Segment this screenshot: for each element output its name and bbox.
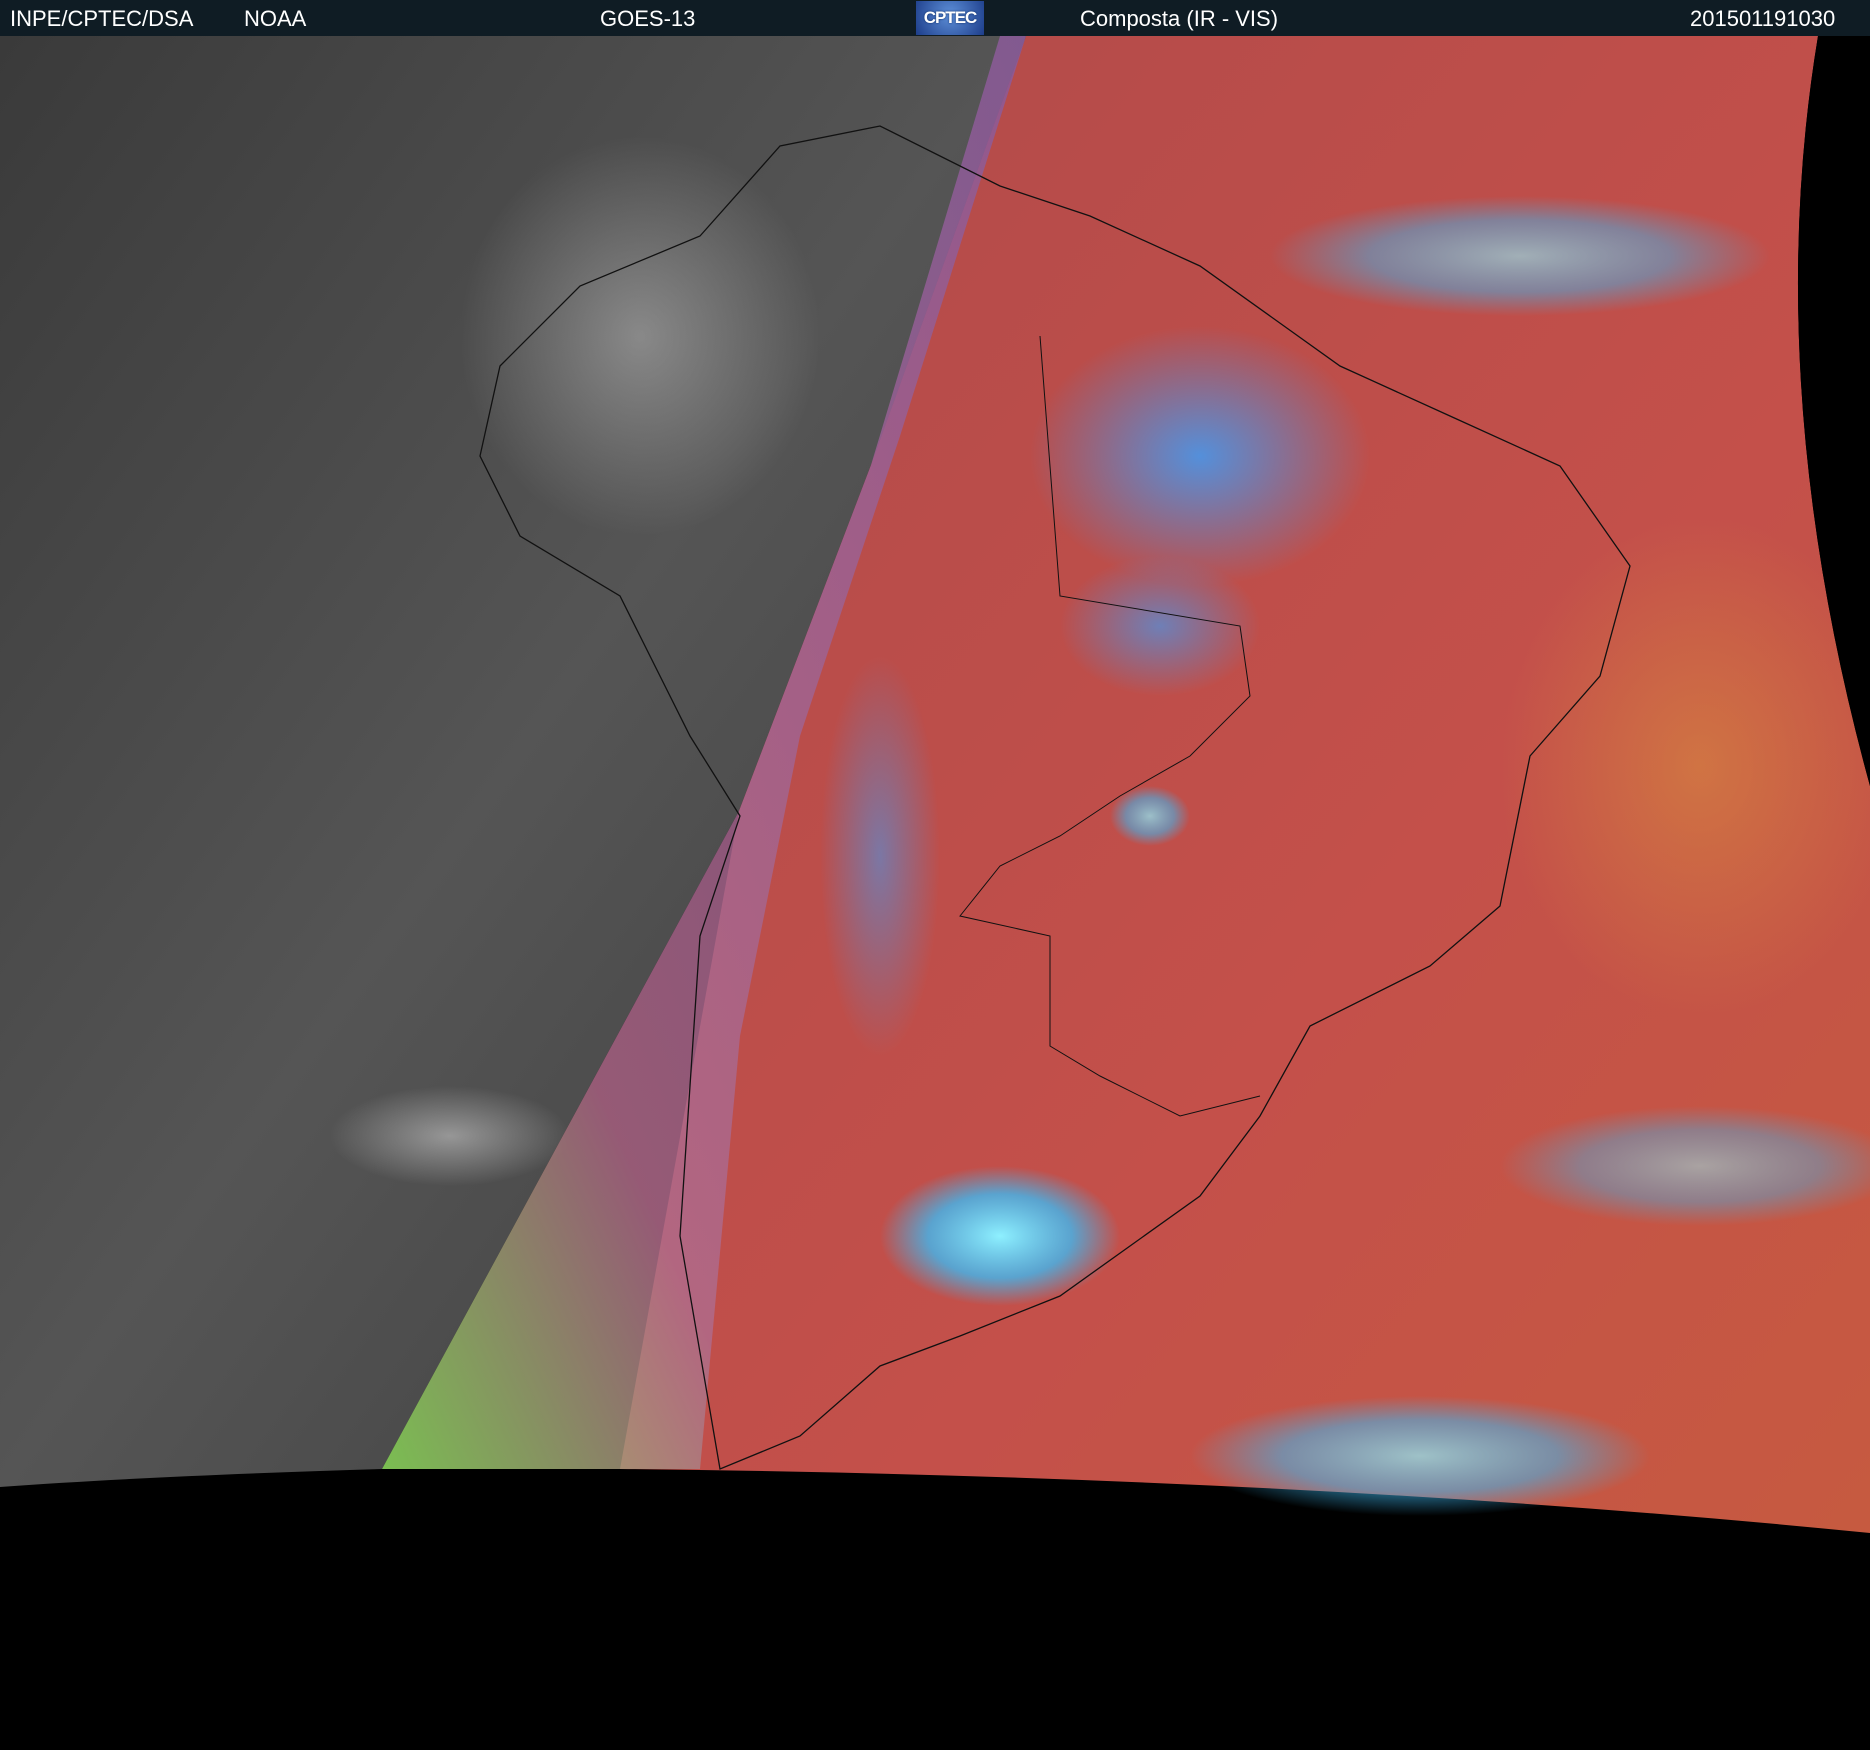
agency-label: INPE/CPTEC/DSA [10,6,194,31]
partner-label: NOAA [244,6,307,31]
timestamp-label: 201501191030 [1690,6,1836,31]
satellite-image [0,36,1870,1533]
header-bar: INPE/CPTEC/DSA NOAA GOES-13 CPTEC Compos… [0,0,1870,36]
cptec-logo: CPTEC [916,1,984,35]
satellite-label: GOES-13 [600,6,696,31]
product-label: Composta (IR - VIS) [1080,6,1279,31]
